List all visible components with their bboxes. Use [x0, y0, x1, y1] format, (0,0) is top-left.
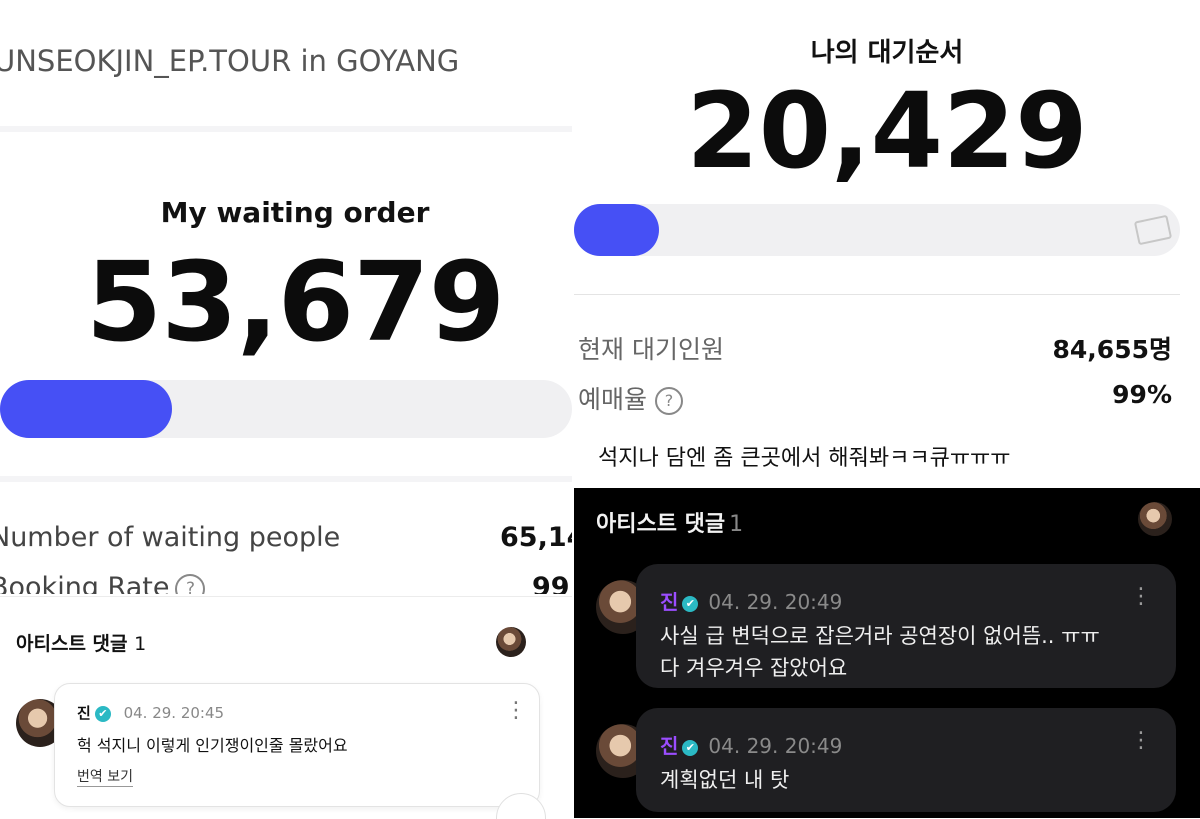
- verified-icon: ✔: [682, 595, 699, 612]
- current-waiting-label: 현재 대기인원: [578, 335, 724, 364]
- current-waiting-value: 84,655명: [1052, 335, 1172, 364]
- waiting-people-label: Number of waiting people: [0, 522, 341, 553]
- booking-rate-label: 예매율: [578, 385, 648, 414]
- waiting-order-label: My waiting order: [160, 196, 430, 229]
- comment-text-line: 계획없던 내 탓: [660, 768, 790, 792]
- comment-text: 헉 석지니 이렇게 인기쟁이인줄 몰랐어요: [77, 736, 348, 755]
- artist-comments-count: 1: [729, 512, 744, 537]
- booking-rate-row: Booking Rate?: [0, 572, 206, 594]
- comment-card: 진 ✔ 04. 29. 20:49 ⋮ 사실 급 변덕으로 잡은거라 공연장이 없어…: [636, 564, 1176, 688]
- more-options-icon[interactable]: ⋮: [1130, 586, 1152, 608]
- caption-text: 석지나 담엔 좀 큰곳에서 해줘봐ㅋㅋ큐ㅠㅠㅠ: [598, 446, 1011, 471]
- verified-icon: ✔: [94, 705, 111, 722]
- queue-progress-bar: [574, 204, 1180, 256]
- help-icon[interactable]: ?: [175, 573, 206, 594]
- avatar[interactable]: [1138, 502, 1172, 536]
- queue-progress-bar: [0, 380, 572, 438]
- comment-meta: 진 ✔ 04. 29. 20:49: [660, 730, 842, 759]
- avatar[interactable]: [496, 627, 526, 657]
- section-divider: [0, 476, 572, 482]
- waiting-people-value: 65,14: [500, 522, 572, 553]
- comment-card: 진 ✔ 04. 29. 20:45 ⋮ 헉 석지니 이렇게 인기쟁이인줄 몰랐어요…: [54, 683, 540, 807]
- artist-comments-dark: 아티스트 댓글 1 진 ✔ 04. 29. 20:49 ⋮ 사실 급 변덕으로 잡은거…: [574, 488, 1200, 818]
- comment-time: 04. 29. 20:49: [708, 590, 843, 614]
- comment-meta: 진 ✔ 04. 29. 20:45: [77, 702, 224, 723]
- queue-progress-fill: [0, 380, 172, 438]
- artist-comments-count: 1: [134, 633, 147, 655]
- comment-text-line: 사실 급 변덕으로 잡은거라 공연장이 없어뜸.. ㅠㅠ: [660, 624, 1100, 648]
- queue-progress-fill: [574, 204, 659, 256]
- artist-comments-light: 아티스트 댓글 1 진 ✔ 04. 29. 20:45 ⋮ 헉 석지니 이렇게 인…: [0, 596, 572, 819]
- artist-name: 진: [660, 590, 679, 614]
- event-title: UNSEOKJIN_EP.TOUR in GOYANG: [0, 44, 460, 78]
- more-options-icon[interactable]: ⋮: [1130, 730, 1152, 752]
- comment-meta: 진 ✔ 04. 29. 20:49: [660, 586, 842, 615]
- artist-comments-title: 아티스트 댓글: [16, 633, 128, 655]
- booking-rate-label: Booking Rate: [0, 572, 170, 594]
- waiting-order-panel-en: UNSEOKJIN_EP.TOUR in GOYANG My waiting o…: [0, 0, 572, 594]
- waiting-order-number: 20,429: [686, 70, 1088, 192]
- waiting-order-panel-ko: 나의 대기순서 20,429 현재 대기인원 84,655명 예매율? 99% …: [574, 0, 1200, 486]
- section-divider: [574, 294, 1180, 295]
- booking-rate-row: 예매율?: [578, 380, 684, 416]
- more-options-icon[interactable]: ⋮: [505, 700, 527, 722]
- verified-icon: ✔: [682, 739, 699, 756]
- translate-link[interactable]: 번역 보기: [77, 766, 133, 787]
- section-divider: [0, 126, 572, 132]
- waiting-order-number: 53,679: [85, 238, 505, 366]
- artist-comments-header: 아티스트 댓글 1: [16, 629, 146, 656]
- help-icon[interactable]: ?: [655, 387, 684, 415]
- comment-time: 04. 29. 20:45: [123, 704, 225, 722]
- artist-comments-title: 아티스트 댓글: [596, 512, 726, 537]
- booking-rate-value: 99%: [1112, 380, 1172, 409]
- artist-name: 진: [77, 704, 91, 722]
- waiting-order-label: 나의 대기순서: [810, 38, 964, 68]
- artist-name: 진: [660, 734, 679, 758]
- comment-text-line: 다 겨우겨우 잡았어요: [660, 656, 848, 680]
- booking-rate-value: 99: [532, 572, 570, 594]
- comment-card: 진 ✔ 04. 29. 20:49 ⋮ 계획없던 내 탓: [636, 708, 1176, 812]
- comment-time: 04. 29. 20:49: [708, 734, 843, 758]
- artist-comments-header: 아티스트 댓글 1: [596, 506, 743, 538]
